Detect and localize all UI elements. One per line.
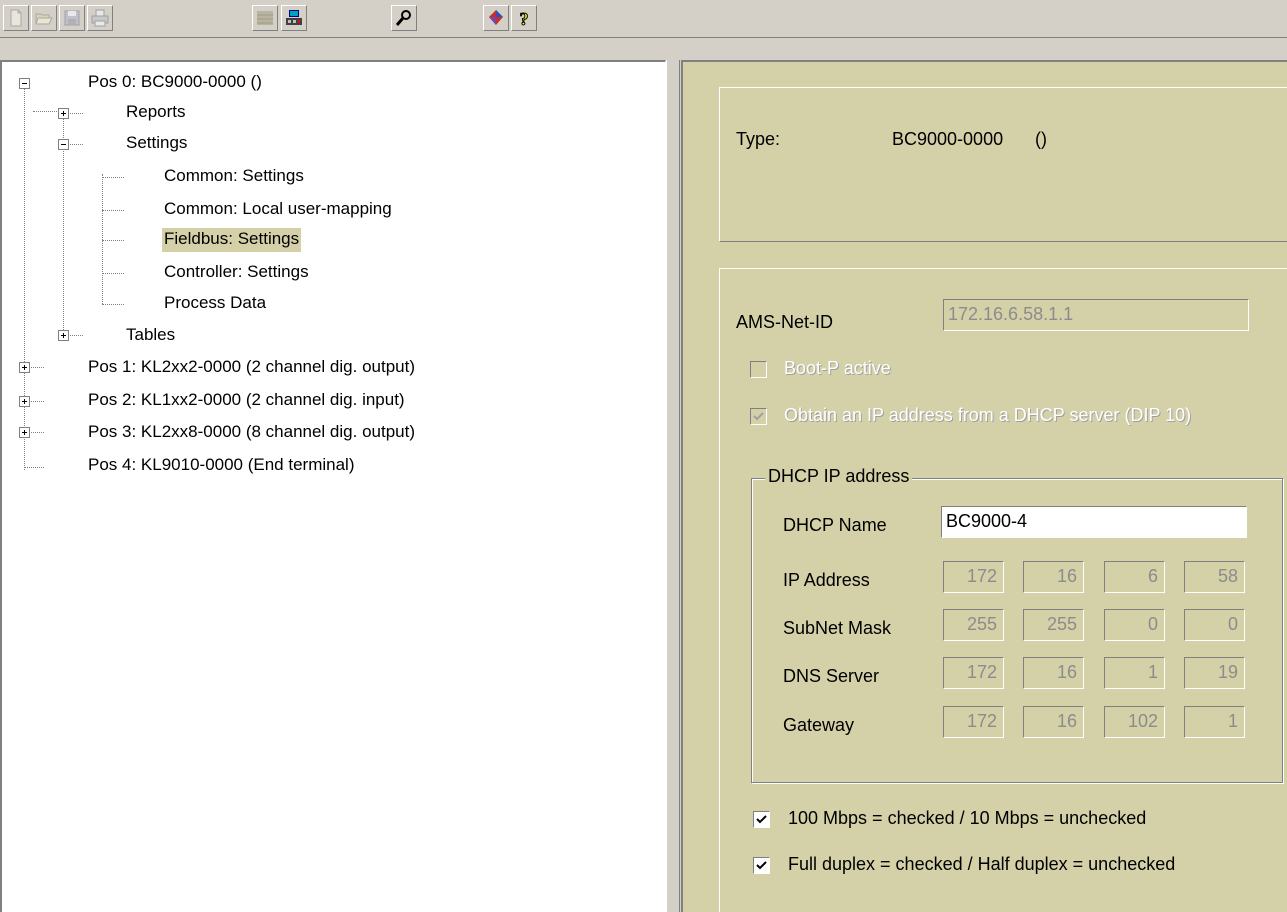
bootp-label: Boot-P active (784, 358, 891, 378)
expander-reports[interactable] (58, 108, 69, 119)
about-icon (489, 10, 503, 25)
dhcp-obtain-label: Obtain an IP address from a DHCP server … (784, 405, 1192, 425)
expander-tables[interactable] (58, 330, 69, 341)
print-icon (91, 9, 109, 27)
ip-address-octet-2[interactable]: 16 (1023, 561, 1084, 593)
tree-item-common-settings[interactable]: Common: Settings (162, 165, 306, 189)
tree-item-pos2[interactable]: Pos 2: KL1xx2-0000 (2 channel dig. input… (86, 389, 407, 413)
expander-settings[interactable] (58, 139, 69, 150)
type-value: BC9000-0000 (892, 129, 1004, 149)
expander-pos2[interactable] (19, 396, 30, 407)
subnet-label: SubNet Mask (783, 618, 892, 638)
tree-item-controller-settings[interactable]: Controller: Settings (162, 261, 311, 285)
tree-item-process-data[interactable]: Process Data (162, 292, 268, 316)
open-icon (35, 13, 53, 25)
dns-octet-4[interactable]: 19 (1184, 657, 1245, 689)
tree-item-pos3[interactable]: Pos 3: KL2xx8-0000 (8 channel dig. outpu… (86, 421, 417, 445)
save-icon (64, 10, 80, 26)
checkmark-icon (756, 861, 767, 870)
connect-button[interactable] (281, 5, 307, 31)
tree-item-common-local-user-mapping[interactable]: Common: Local user-mapping (162, 198, 394, 222)
settings-icon (395, 10, 411, 26)
ip-address-label: IP Address (783, 570, 870, 590)
subnet-octet-1[interactable]: 255 (943, 609, 1004, 641)
gateway-octet-1[interactable]: 172 (943, 706, 1004, 738)
tree-item-pos4[interactable]: Pos 4: KL9010-0000 (End terminal) (86, 454, 357, 478)
dhcp-name-field[interactable]: BC9000-4 (941, 506, 1247, 538)
dns-octet-2[interactable]: 16 (1023, 657, 1084, 689)
disconnect-button[interactable] (252, 5, 278, 31)
new-button[interactable] (3, 5, 29, 31)
tree-item-settings[interactable]: Settings (124, 132, 189, 156)
gateway-octet-2[interactable]: 16 (1023, 706, 1084, 738)
save-button[interactable] (59, 5, 85, 31)
duplex-checkbox[interactable] (753, 857, 770, 874)
about-button[interactable] (483, 5, 509, 31)
dhcp-obtain-checkbox[interactable] (750, 408, 767, 425)
help-icon: ? (519, 9, 529, 29)
speed-label: 100 Mbps = checked / 10 Mbps = unchecked (788, 808, 1147, 828)
ip-address-octet-3[interactable]: 6 (1104, 561, 1165, 593)
help-button[interactable]: ? (511, 5, 537, 31)
tree-item-pos1[interactable]: Pos 1: KL2xx2-0000 (2 channel dig. outpu… (86, 356, 417, 380)
checkmark-icon (753, 412, 764, 421)
tree-item-fieldbus-settings[interactable]: Fieldbus: Settings (162, 228, 302, 252)
tree-item-reports[interactable]: Reports (124, 101, 188, 125)
toolbar: ? (0, 0, 1287, 38)
print-button[interactable] (87, 5, 113, 31)
settings-button[interactable] (391, 5, 417, 31)
ip-address-octet-4[interactable]: 58 (1184, 561, 1245, 593)
connect-icon (286, 10, 302, 25)
bootp-checkbox[interactable] (750, 361, 767, 378)
gateway-octet-4[interactable]: 1 (1184, 706, 1245, 738)
info-box: Type: BC9000-0000 () (719, 87, 1287, 242)
gateway-octet-3[interactable]: 102 (1104, 706, 1165, 738)
subnet-octet-4[interactable]: 0 (1184, 609, 1245, 641)
type-label: Type: (736, 129, 781, 149)
type-suffix: () (1035, 129, 1047, 149)
tree-item-pos0[interactable]: Pos 0: BC9000-0000 () (86, 71, 264, 95)
panel-splitter[interactable] (666, 60, 680, 912)
duplex-label: Full duplex = checked / Half duplex = un… (788, 854, 1176, 874)
expander-pos1[interactable] (19, 362, 30, 373)
subnet-octet-3[interactable]: 0 (1104, 609, 1165, 641)
checkmark-icon (756, 815, 767, 824)
ip-address-octet-1[interactable]: 172 (943, 561, 1004, 593)
dns-octet-3[interactable]: 1 (1104, 657, 1165, 689)
disconnect-icon (257, 11, 273, 25)
new-icon (10, 9, 22, 27)
dhcp-name-label: DHCP Name (783, 515, 887, 535)
open-button[interactable] (31, 5, 57, 31)
expander-pos0[interactable] (19, 78, 30, 89)
ams-net-id-field[interactable]: 172.16.6.58.1.1 (943, 299, 1249, 331)
gateway-label: Gateway (783, 715, 855, 735)
subnet-octet-2[interactable]: 255 (1023, 609, 1084, 641)
properties-panel: Type: BC9000-0000 () AMS-Net-ID 172.16.6… (681, 60, 1287, 912)
tree-view[interactable]: Pos 0: BC9000-0000 () Reports Settings C… (0, 60, 666, 912)
speed-checkbox[interactable] (753, 811, 770, 828)
expander-pos3[interactable] (19, 427, 30, 438)
dns-octet-1[interactable]: 172 (943, 657, 1004, 689)
dns-label: DNS Server (783, 666, 880, 686)
settings-box: AMS-Net-ID 172.16.6.58.1.1 Boot-P active… (719, 268, 1287, 912)
svg-text:?: ? (520, 9, 529, 28)
dhcp-group-label: DHCP IP address (765, 466, 913, 487)
tree-item-tables[interactable]: Tables (124, 324, 177, 348)
ams-net-id-label: AMS-Net-ID (736, 312, 834, 332)
